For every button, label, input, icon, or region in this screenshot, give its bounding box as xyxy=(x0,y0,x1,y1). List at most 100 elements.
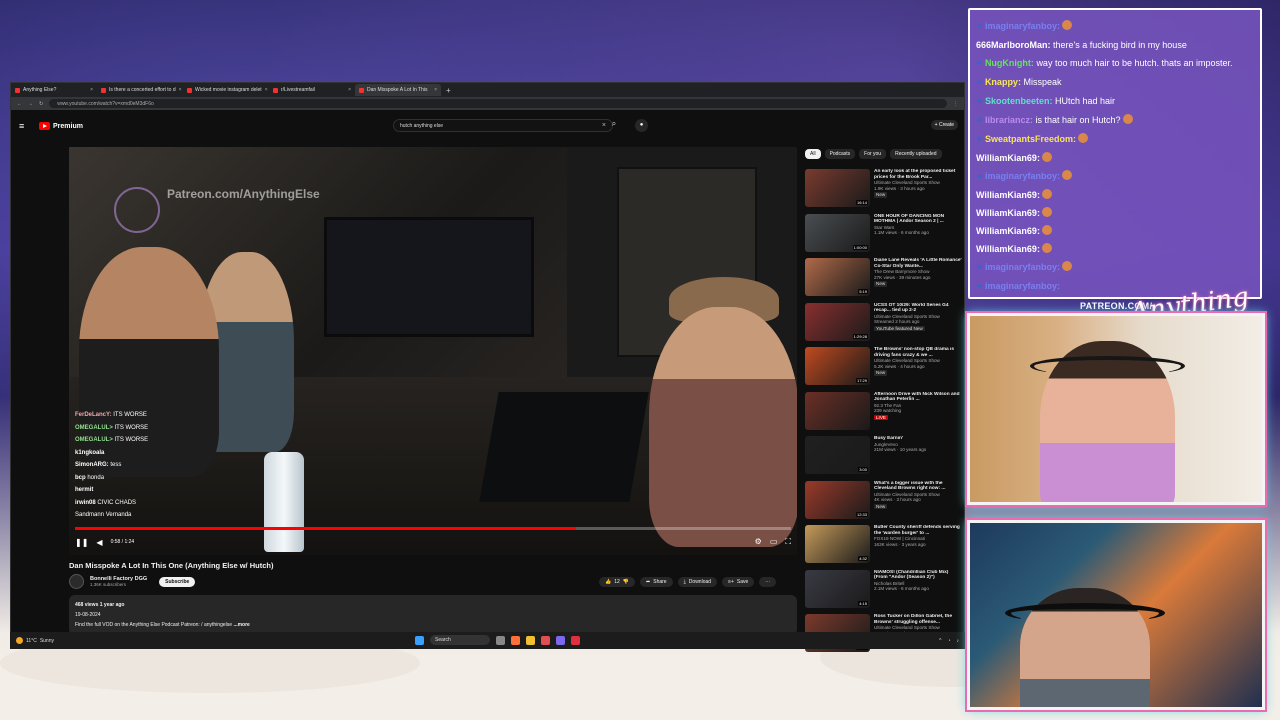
chat-username[interactable]: Skootenbeeten: xyxy=(985,96,1053,106)
recommended-video[interactable]: 3:00 Busy Earnin' JungleVevo 21M views · 10… xyxy=(805,436,963,479)
search-input[interactable]: hutch anything else × xyxy=(393,119,613,132)
youtube-logo[interactable]: Premium xyxy=(39,122,83,130)
forward-icon[interactable]: → xyxy=(28,101,33,107)
show-more-link[interactable]: ...more xyxy=(233,622,249,628)
theater-icon[interactable]: ▭ xyxy=(770,537,778,547)
chat-username[interactable]: SweatpantsFreedom: xyxy=(985,134,1076,144)
share-button[interactable]: ➦ Share xyxy=(640,577,673,587)
video-thumbnail[interactable]: 4:15 xyxy=(805,569,870,608)
chat-username[interactable]: WilliamKian69: xyxy=(976,153,1040,163)
browser-tab[interactable]: Anything Else? × xyxy=(11,84,97,96)
video-thumbnail[interactable]: 16:14 xyxy=(805,169,870,207)
filter-chip[interactable]: All xyxy=(805,149,821,159)
video-thumbnail[interactable]: 4:32 xyxy=(805,525,870,563)
discord-icon[interactable] xyxy=(556,635,565,645)
create-button[interactable]: + Create xyxy=(930,120,958,130)
chat-username[interactable]: imaginaryfanboy: xyxy=(985,171,1060,181)
more-icon[interactable]: ⋯ xyxy=(759,577,777,587)
back-icon[interactable]: ← xyxy=(17,101,22,107)
video-thumbnail[interactable]: 1:00:00 xyxy=(805,213,870,252)
close-icon[interactable]: × xyxy=(90,87,93,93)
firefox-icon[interactable] xyxy=(511,635,520,645)
close-icon[interactable]: × xyxy=(265,87,268,93)
chat-username[interactable]: imaginaryfanboy: xyxy=(985,281,1060,291)
chat-username[interactable]: WilliamKian69: xyxy=(976,190,1040,200)
browser-tab[interactable]: Is there a concerted effort to d × xyxy=(97,84,183,96)
browser-tab[interactable]: Wicked movie instagram delet × xyxy=(183,84,269,96)
download-button[interactable]: ⤓ Download xyxy=(677,577,718,587)
close-icon[interactable]: × xyxy=(179,87,182,93)
microphone-icon[interactable]: ● xyxy=(635,119,648,132)
app-icon[interactable] xyxy=(541,635,550,645)
menu-icon[interactable]: ≡ xyxy=(19,121,33,131)
recommended-video[interactable]: 17:29 The Browns' non-stop QB drama is dr… xyxy=(805,347,963,390)
browser-tab-active[interactable]: Dan Misspoke A Lot In This × xyxy=(355,84,441,96)
video-thumbnail[interactable]: 1:29:28 xyxy=(805,302,870,341)
close-icon[interactable]: × xyxy=(348,87,351,93)
progress-bar[interactable] xyxy=(75,527,791,530)
subscribe-button[interactable]: Subscribe xyxy=(159,576,196,587)
settings-icon[interactable]: ⚙ xyxy=(755,537,762,547)
browser-tab[interactable]: r/Livestreamfail × xyxy=(269,84,355,96)
recommended-video[interactable]: Afternoon Drive with Nick Wilson and Jon… xyxy=(805,391,963,435)
video-title[interactable]: UCSS OT 10/29: World Series G4 recap... … xyxy=(874,303,963,314)
pause-icon[interactable]: ❚❚ xyxy=(75,538,88,547)
chat-username[interactable]: WilliamKian69: xyxy=(976,244,1040,254)
task-view-icon[interactable] xyxy=(496,635,505,645)
recommended-video[interactable]: 1:29:28 UCSS OT 10/29: World Series G4 re… xyxy=(805,302,963,346)
chat-username[interactable]: Knappy: xyxy=(985,77,1021,87)
fullscreen-icon[interactable]: ⛶ xyxy=(785,537,791,547)
video-title[interactable]: NIAMOS! (Chandrillian Club Mix) (From "A… xyxy=(874,570,963,581)
new-tab-icon[interactable]: + xyxy=(441,86,456,95)
url-field[interactable]: www.youtube.com/watch?v=xmd0eM3dF6o xyxy=(49,99,947,108)
video-thumbnail[interactable]: 17:29 xyxy=(805,347,870,385)
chrome-icon[interactable] xyxy=(571,635,580,645)
video-title[interactable]: Ross Tucker on Dillon Gabriel, the Brown… xyxy=(874,614,963,625)
recommended-video[interactable]: 5:19 Diane Lane Reveals 'A Little Romance… xyxy=(805,258,963,301)
volume-icon[interactable]: ◀ xyxy=(96,538,102,547)
taskbar-search[interactable]: Search xyxy=(430,635,490,645)
chat-username[interactable]: 666MarlboroMan: xyxy=(976,40,1051,50)
filter-chip[interactable]: Podcasts xyxy=(824,149,856,159)
recommended-video[interactable]: 4:15 NIAMOS! (Chandrillian Club Mix) (Fro… xyxy=(805,569,963,613)
recommended-video[interactable]: 1:00:00 ONE HOUR OF DANCING MON MOTHMA | … xyxy=(805,213,963,257)
thumbs-down-icon[interactable]: 👎 xyxy=(623,579,629,585)
search-icon[interactable]: ⌕ xyxy=(605,119,623,132)
like-button[interactable]: 👍 12 👎 xyxy=(599,577,636,587)
recommended-video[interactable]: 4:32 Butler County sheriff defends servin… xyxy=(805,525,963,568)
video-title[interactable]: An early look at the proposed ticket pri… xyxy=(874,169,963,180)
chat-username[interactable]: imaginaryfanboy: xyxy=(985,262,1060,272)
filter-chip[interactable]: For you xyxy=(859,149,887,159)
file-explorer-icon[interactable] xyxy=(526,635,535,645)
chat-username[interactable]: WilliamKian69: xyxy=(976,226,1040,236)
recommended-video[interactable]: 12:33 What's a bigger issue with the Clev… xyxy=(805,480,963,524)
chat-username[interactable]: imaginaryfanboy: xyxy=(985,21,1060,31)
video-thumbnail[interactable] xyxy=(805,391,870,430)
video-title[interactable]: Butler County sheriff defends serving th… xyxy=(874,525,963,536)
filter-chip[interactable]: Recently uploaded xyxy=(890,149,942,159)
video-player[interactable]: Patreon.com/AnythingElse FerDeLancY: ITS… xyxy=(69,147,797,555)
windows-start-icon[interactable] xyxy=(415,635,424,645)
video-title[interactable]: Diane Lane Reveals 'A Little Romance' Co… xyxy=(874,258,963,269)
video-thumbnail[interactable]: 12:33 xyxy=(805,480,870,519)
extensions-icon[interactable]: ⋮ xyxy=(953,101,958,107)
close-icon[interactable]: × xyxy=(434,87,437,93)
recommended-video[interactable]: 16:14 An early look at the proposed ticke… xyxy=(805,169,963,212)
reload-icon[interactable]: ↻ xyxy=(39,101,43,107)
video-thumbnail[interactable]: 3:00 xyxy=(805,436,870,474)
chat-username[interactable]: librariancz: xyxy=(985,115,1033,125)
chat-username[interactable]: NugKnight: xyxy=(985,58,1034,68)
avatar[interactable] xyxy=(69,574,84,589)
video-thumbnail[interactable]: 5:19 xyxy=(805,258,870,296)
volume-tray-icon[interactable]: ♪ xyxy=(957,638,960,644)
video-title[interactable]: Afternoon Drive with Nick Wilson and Jon… xyxy=(874,392,963,403)
video-title[interactable]: What's a bigger issue with the Cleveland… xyxy=(874,481,963,492)
video-title[interactable]: The Browns' non-stop QB drama is driving… xyxy=(874,347,963,358)
weather-widget[interactable]: 11°C Sunny xyxy=(16,637,54,644)
video-title[interactable]: ONE HOUR OF DANCING MON MOTHMA | Andor S… xyxy=(874,214,963,225)
network-icon[interactable]: ◔ xyxy=(947,638,950,644)
save-button[interactable]: ≡+ Save xyxy=(722,577,755,587)
chat-username[interactable]: WilliamKian69: xyxy=(976,208,1040,218)
description-box[interactable]: 468 views 1 year ago 19-08-2024 Find the… xyxy=(69,595,797,635)
tray-chevron-icon[interactable]: ^ xyxy=(939,638,941,644)
